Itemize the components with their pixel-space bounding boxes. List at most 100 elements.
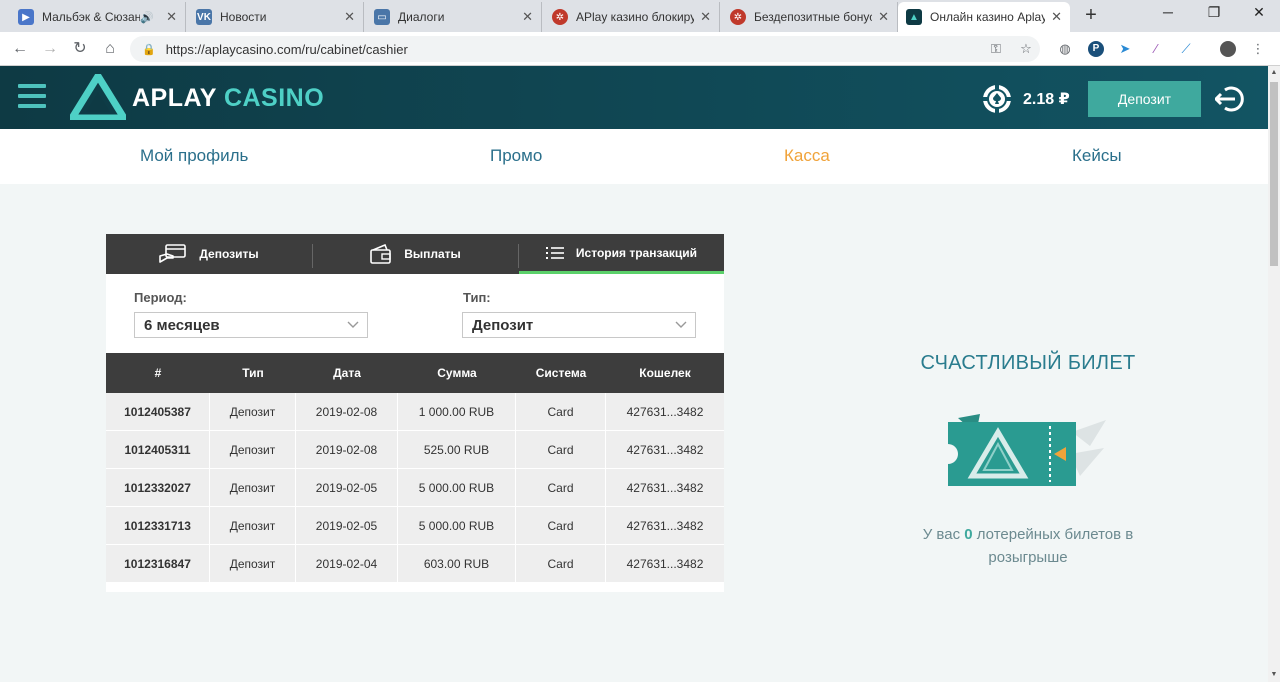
lock-icon: 🔒 xyxy=(142,43,156,56)
cell-date: 2019-02-05 xyxy=(296,507,398,545)
nav-promo[interactable]: Промо xyxy=(490,146,542,166)
globe-icon[interactable]: ◍ xyxy=(1057,41,1073,57)
reload-icon[interactable]: ↻ xyxy=(69,38,91,60)
cell-type: Депозит xyxy=(210,393,296,431)
address-bar[interactable]: 🔒 https://aplaycasino.com/ru/cabinet/cas… xyxy=(130,36,1040,62)
chevron-down-icon xyxy=(675,321,687,328)
browser-tab-4[interactable]: ✲ APlay казино блокиру ✕ xyxy=(544,2,720,32)
lottery-ticket-count: 0 xyxy=(964,526,973,543)
chat-icon: ▭ xyxy=(374,9,390,25)
bookmark-star-icon[interactable]: ☆ xyxy=(1018,41,1034,57)
nav-my-profile[interactable]: Мой профиль xyxy=(140,146,248,166)
cell-date: 2019-02-04 xyxy=(296,545,398,583)
wallet-icon xyxy=(370,244,392,264)
cell-wallet: 427631...3482 xyxy=(626,557,704,571)
close-tab-icon[interactable]: ✕ xyxy=(700,9,711,25)
nav-cases[interactable]: Кейсы xyxy=(1072,146,1122,166)
deposit-button[interactable]: Депозит xyxy=(1088,81,1201,117)
hamburger-menu-icon[interactable] xyxy=(18,84,46,110)
column-header-system: Система xyxy=(535,366,587,380)
list-icon xyxy=(545,246,564,259)
profile-avatar[interactable] xyxy=(1220,41,1236,57)
tab-title: Новости xyxy=(220,10,267,24)
address-text: https://aplaycasino.com/ru/cabinet/cashi… xyxy=(165,41,408,57)
tab-payouts[interactable]: Выплаты xyxy=(313,234,518,274)
back-icon[interactable]: ← xyxy=(9,38,31,60)
cell-id: 1012316847 xyxy=(106,545,210,583)
table-row: 1012331713 Депозит 2019-02-05 5 000.00 R… xyxy=(106,507,724,545)
tab-label: Выплаты xyxy=(404,247,461,261)
logo-text[interactable]: APLAY CASINO xyxy=(132,84,324,113)
casino-chip-icon xyxy=(983,85,1011,113)
type-label: Тип: xyxy=(463,290,491,305)
cell-wallet: 427631...3482 xyxy=(626,481,704,495)
cashier-panel: Депозиты Выплаты История транзакций Пери… xyxy=(106,234,724,592)
chip-icon: ✲ xyxy=(730,9,746,25)
cell-system: Card xyxy=(516,393,606,431)
logout-icon[interactable] xyxy=(1215,86,1245,112)
tab-title: Мальбэк & Сюзан xyxy=(42,10,141,24)
site-header: APLAY CASINO 2.18 ₽ Депозит xyxy=(0,66,1268,129)
tab-deposits[interactable]: Депозиты xyxy=(106,234,312,274)
close-tab-icon[interactable]: ✕ xyxy=(166,9,177,25)
minimize-icon[interactable]: ─ xyxy=(1145,4,1191,20)
extension-p-icon[interactable]: P xyxy=(1088,41,1104,57)
type-value: Депозит xyxy=(472,316,534,334)
cell-date: 2019-02-08 xyxy=(296,393,398,431)
scroll-up-icon[interactable]: ▲ xyxy=(1268,66,1280,80)
key-icon[interactable]: ⚿ xyxy=(988,41,1004,57)
cell-amount: 1 000.00 RUB xyxy=(398,393,516,431)
cell-system: Card xyxy=(516,431,606,469)
lucky-ticket-title: СЧАСТЛИВЫЙ БИЛЕТ xyxy=(920,352,1136,374)
cashier-tabs: Депозиты Выплаты История транзакций xyxy=(106,234,724,274)
browser-toolbar: ← → ↻ ⌂ 🔒 https://aplaycasino.com/ru/cab… xyxy=(0,32,1280,66)
table-row: 1012316847 Депозит 2019-02-04 603.00 RUB… xyxy=(106,545,724,583)
browser-tab-2[interactable]: VK Новости ✕ xyxy=(188,2,364,32)
tab-label: История транзакций xyxy=(575,245,698,260)
home-icon[interactable]: ⌂ xyxy=(99,38,121,60)
cell-amount: 525.00 RUB xyxy=(398,431,516,469)
close-tab-icon[interactable]: ✕ xyxy=(522,9,533,25)
card-hand-icon xyxy=(159,244,187,263)
cell-system: Card xyxy=(516,469,606,507)
cell-type: Депозит xyxy=(210,507,296,545)
tab-label: Депозиты xyxy=(199,247,259,261)
vk-icon: VK xyxy=(196,9,212,25)
aplay-logo-icon[interactable] xyxy=(70,74,126,120)
period-select[interactable]: 6 месяцев xyxy=(134,312,368,338)
maximize-icon[interactable]: ❐ xyxy=(1191,4,1237,21)
close-tab-icon[interactable]: ✕ xyxy=(344,9,355,25)
close-tab-icon[interactable]: ✕ xyxy=(1051,9,1062,25)
extension-feather-icon[interactable]: ∕ xyxy=(1148,41,1164,57)
cell-amount: 5 000.00 RUB xyxy=(398,507,516,545)
cell-wallet: 427631...3482 xyxy=(626,443,704,457)
cell-amount: 603.00 RUB xyxy=(398,545,516,583)
cell-id: 1012405387 xyxy=(106,393,210,431)
column-header-id: # xyxy=(154,366,162,380)
cell-type: Депозит xyxy=(210,431,296,469)
forward-icon[interactable]: → xyxy=(39,38,61,60)
column-header-type: Тип xyxy=(242,366,264,380)
scroll-down-icon[interactable]: ▼ xyxy=(1268,668,1280,682)
lottery-ticket-icon xyxy=(948,414,1106,486)
tab-transaction-history[interactable]: История транзакций xyxy=(519,234,724,274)
close-tab-icon[interactable]: ✕ xyxy=(878,9,889,25)
tab-title: Бездепозитные бонус xyxy=(754,10,873,24)
extension-broom-icon[interactable]: ⟋ xyxy=(1178,41,1194,57)
cell-id: 1012331713 xyxy=(106,507,210,545)
type-select[interactable]: Депозит xyxy=(462,312,696,338)
close-window-icon[interactable]: ✕ xyxy=(1236,4,1280,21)
speaker-icon[interactable]: 🔊 xyxy=(140,11,154,24)
browser-tab-3[interactable]: ▭ Диалоги ✕ xyxy=(366,2,542,32)
new-tab-button[interactable]: + xyxy=(1080,5,1102,27)
cell-date: 2019-02-08 xyxy=(296,431,398,469)
extension-arrow-icon[interactable]: ➤ xyxy=(1117,41,1133,57)
browser-tab-6-active[interactable]: ▲ Онлайн казино Aplay ✕ xyxy=(898,2,1070,32)
nav-cashier[interactable]: Касса xyxy=(784,146,830,166)
scrollbar-thumb[interactable] xyxy=(1270,82,1278,266)
browser-tab-5[interactable]: ✲ Бездепозитные бонус ✕ xyxy=(722,2,898,32)
tab-title: Диалоги xyxy=(398,10,445,24)
cell-type: Депозит xyxy=(210,469,296,507)
menu-dots-icon[interactable]: ⋮ xyxy=(1250,41,1266,57)
browser-tab-1[interactable]: ▶ Мальбэк & Сюзан 🔊 ✕ xyxy=(10,2,186,32)
